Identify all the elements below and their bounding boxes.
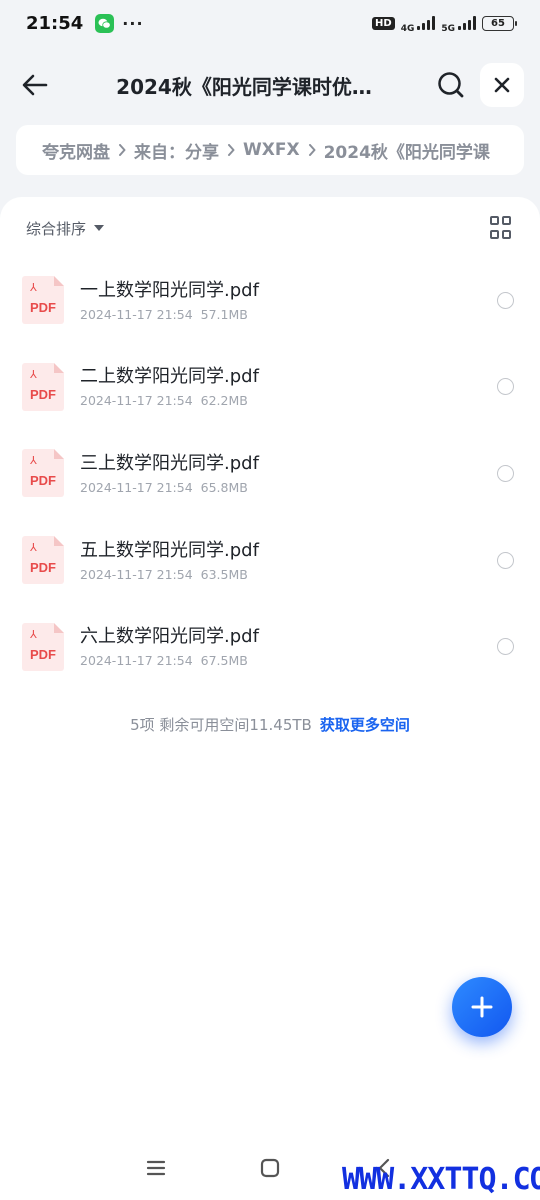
select-checkbox[interactable]: [497, 378, 514, 396]
status-indicators: HD 4G 5G 65: [372, 12, 517, 34]
file-info: 一上数学阳光同学.pdf 2024-11-17 21:54 57.1MB: [80, 279, 497, 322]
breadcrumb-item-root[interactable]: 夸克网盘: [42, 138, 110, 163]
file-row[interactable]: ⅄ PDF 六上数学阳光同学.pdf 2024-11-17 21:54 67.5M…: [0, 603, 540, 690]
select-checkbox[interactable]: [497, 638, 514, 656]
hd-badge: HD: [372, 16, 395, 30]
pdf-file-icon: ⅄ PDF: [22, 622, 64, 671]
grid-view-icon[interactable]: [490, 216, 514, 240]
file-meta: 2024-11-17 21:54 57.1MB: [80, 307, 497, 322]
file-info: 三上数学阳光同学.pdf 2024-11-17 21:54 65.8MB: [80, 452, 497, 495]
file-name: 三上数学阳光同学.pdf: [80, 452, 259, 474]
network-5g-label: 5G: [441, 24, 455, 34]
file-size: 63.5MB: [200, 566, 248, 582]
plus-icon: [471, 996, 493, 1018]
file-size: 65.8MB: [200, 479, 248, 495]
chevron-right-icon: [308, 144, 316, 156]
file-meta: 2024-11-17 21:54 63.5MB: [80, 567, 497, 582]
file-row[interactable]: ⅄ PDF 三上数学阳光同学.pdf 2024-11-17 21:54 65.8M…: [0, 430, 540, 517]
battery-icon: 65: [482, 15, 517, 31]
storage-summary-text: 5项 剩余可用空间11.45TB: [130, 716, 312, 734]
breadcrumb-item-folder[interactable]: WXFX: [243, 140, 300, 160]
file-info: 二上数学阳光同学.pdf 2024-11-17 21:54 62.2MB: [80, 365, 497, 408]
home-square-icon: [260, 1158, 280, 1178]
file-list-sheet: 综合排序 ⅄ PDF 一上数学阳光同学.pdf 2024-11-17 21:54…: [0, 197, 540, 1200]
file-meta: 2024-11-17 21:54 67.5MB: [80, 653, 497, 668]
file-info: 六上数学阳光同学.pdf 2024-11-17 21:54 67.5MB: [80, 625, 497, 668]
select-checkbox[interactable]: [497, 551, 514, 569]
signal-icon: [417, 16, 436, 30]
breadcrumb-item-share[interactable]: 来自：分享: [134, 138, 219, 163]
file-date: 2024-11-17 21:54: [80, 306, 193, 322]
network-4g-label: 4G: [400, 24, 415, 34]
file-row[interactable]: ⅄ PDF 一上数学阳光同学.pdf 2024-11-17 21:54 57.1M…: [0, 257, 540, 344]
signal-icon-2: [458, 16, 476, 30]
back-button[interactable]: [10, 60, 60, 110]
sort-dropdown[interactable]: 综合排序: [26, 218, 86, 239]
file-size: 67.5MB: [200, 653, 248, 669]
file-date: 2024-11-17 21:54: [80, 566, 193, 582]
more-notifications-icon: ···: [122, 13, 144, 33]
menu-icon: [146, 1160, 166, 1176]
pdf-file-icon: ⅄ PDF: [22, 449, 64, 498]
pdf-file-icon: ⅄ PDF: [22, 276, 64, 325]
watermark-text: WWW.XXTTQ.COM: [342, 1162, 540, 1197]
page-title: 2024秋《阳光同学课时优…: [116, 74, 372, 99]
arrow-left-icon: [22, 74, 48, 96]
file-list: ⅄ PDF 一上数学阳光同学.pdf 2024-11-17 21:54 57.1M…: [0, 257, 540, 690]
pdf-file-icon: ⅄ PDF: [22, 362, 64, 411]
file-name: 一上数学阳光同学.pdf: [80, 279, 259, 301]
search-icon: [438, 72, 464, 98]
file-meta: 2024-11-17 21:54 62.2MB: [80, 393, 497, 408]
file-date: 2024-11-17 21:54: [80, 653, 193, 669]
pdf-file-icon: ⅄ PDF: [22, 536, 64, 585]
storage-summary: 5项 剩余可用空间11.45TB 获取更多空间: [0, 714, 540, 735]
file-row[interactable]: ⅄ PDF 二上数学阳光同学.pdf 2024-11-17 21:54 62.2M…: [0, 344, 540, 431]
status-bar: 21:54 ··· HD 4G 5G 65: [0, 0, 540, 46]
top-app-bar: 2024秋《阳光同学课时优…: [0, 56, 540, 114]
close-icon: [494, 77, 510, 93]
file-date: 2024-11-17 21:54: [80, 393, 193, 409]
file-meta: 2024-11-17 21:54 65.8MB: [80, 480, 497, 495]
status-time: 21:54: [26, 12, 84, 34]
breadcrumb-item-current[interactable]: 2024秋《阳光同学课: [324, 138, 490, 163]
file-name: 二上数学阳光同学.pdf: [80, 366, 259, 388]
chevron-right-icon: [118, 144, 126, 156]
get-more-space-link[interactable]: 获取更多空间: [320, 716, 410, 734]
menu-nav-button[interactable]: [144, 1156, 168, 1180]
file-date: 2024-11-17 21:54: [80, 479, 193, 495]
file-size: 62.2MB: [200, 393, 248, 409]
caret-down-icon[interactable]: [94, 225, 105, 231]
file-name: 五上数学阳光同学.pdf: [80, 539, 259, 561]
wechat-icon: [95, 13, 115, 33]
sort-bar: 综合排序: [0, 213, 540, 243]
breadcrumb: 夸克网盘 来自：分享 WXFX 2024秋《阳光同学课: [16, 125, 524, 175]
file-size: 57.1MB: [200, 306, 248, 322]
add-button[interactable]: [452, 977, 512, 1037]
file-info: 五上数学阳光同学.pdf 2024-11-17 21:54 63.5MB: [80, 539, 497, 582]
file-name: 六上数学阳光同学.pdf: [80, 626, 259, 648]
chevron-right-icon: [227, 144, 235, 156]
close-button[interactable]: [480, 63, 524, 107]
home-nav-button[interactable]: [258, 1156, 282, 1180]
search-button[interactable]: [428, 62, 474, 108]
select-checkbox[interactable]: [497, 291, 514, 309]
select-checkbox[interactable]: [497, 464, 514, 482]
file-row[interactable]: ⅄ PDF 五上数学阳光同学.pdf 2024-11-17 21:54 63.5M…: [0, 517, 540, 604]
